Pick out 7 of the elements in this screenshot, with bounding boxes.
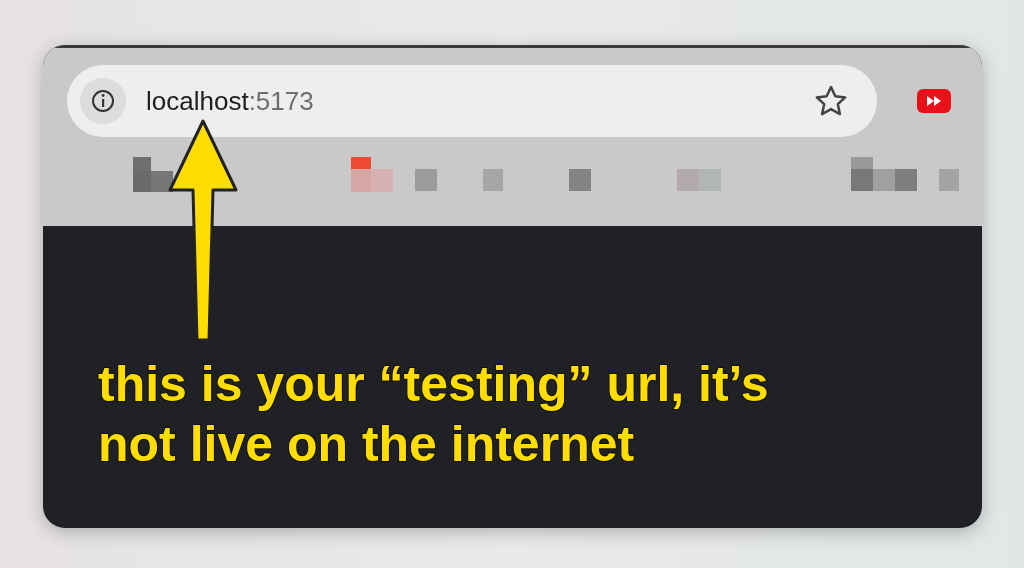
address-bar[interactable]: localhost:5173 <box>67 65 877 137</box>
star-icon[interactable] <box>814 85 848 117</box>
url-host: localhost <box>146 84 249 118</box>
url-port: :5173 <box>248 84 314 118</box>
play-icon[interactable] <box>917 89 951 113</box>
annotation-caption: not live on the internet <box>98 415 635 474</box>
annotation-caption: this is your “testing” url, it’s <box>98 355 769 414</box>
